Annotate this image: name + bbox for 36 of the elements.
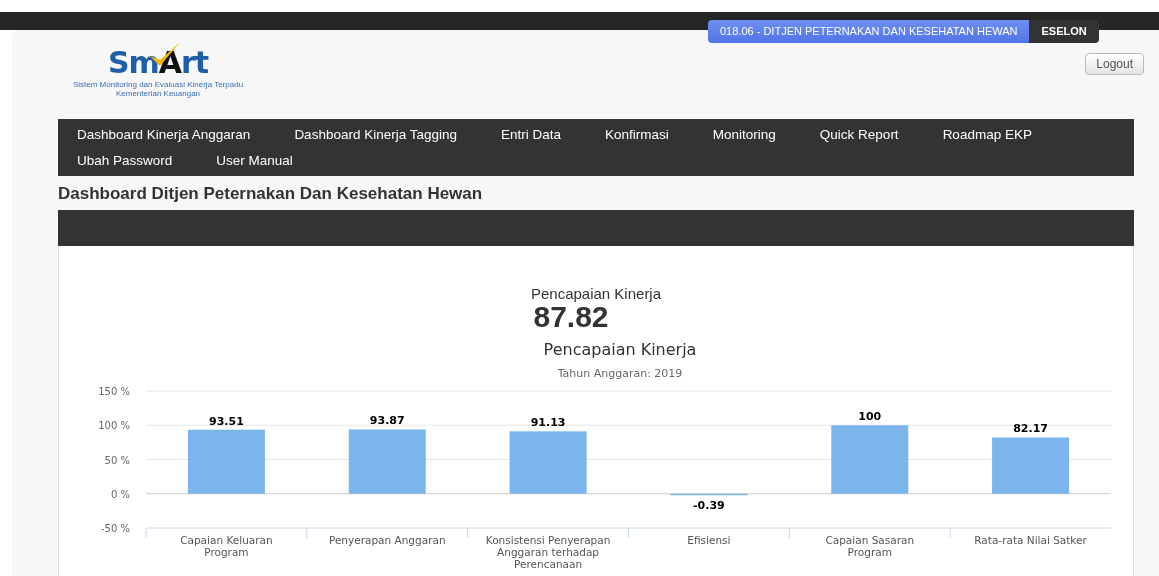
nav-link[interactable]: Monitoring <box>701 122 787 148</box>
summary-value: 87.82 <box>533 302 609 332</box>
nav-link[interactable]: Konfirmasi <box>594 122 680 148</box>
data-label: 82.17 <box>1013 422 1048 436</box>
nav-link[interactable]: Roadmap EKP <box>931 122 1043 148</box>
category-label: Rata-rata Nilai Satker <box>974 534 1087 546</box>
category-label: Konsistensi Penyerapan Anggaran terhadap Perencanaan <box>485 534 611 570</box>
chart-title: Pencapaian Kinerja <box>543 340 697 359</box>
data-label: 93.51 <box>209 414 244 428</box>
axis-tick-label: 150 % <box>98 386 130 397</box>
data-label: 100 <box>858 410 882 424</box>
category-label: Penyerapan Anggaran <box>328 534 446 546</box>
nav-link[interactable]: Dashboard Kinerja Anggaran <box>66 122 262 148</box>
logo-organization: Kementerian Keuangan <box>115 89 201 98</box>
data-label: 93.87 <box>369 414 405 428</box>
axis-tick-label: 0 % <box>110 488 130 500</box>
data-label: 91.13 <box>530 416 566 430</box>
summary-label: Pencapaian Kinerja <box>530 285 662 302</box>
category-label: Capaian Keluaran Program <box>180 534 273 558</box>
nav-link[interactable]: User Manual <box>205 148 304 174</box>
category-label: Efisiensi <box>687 534 731 546</box>
axis-tick-label: 100 % <box>98 420 130 432</box>
role-tab[interactable]: ESELON <box>1029 20 1099 43</box>
nav-link[interactable]: Quick Report <box>808 122 910 148</box>
logout-button[interactable]: Logout <box>1085 53 1144 75</box>
logo-tagline: Sistem Monitoring dan Evaluasi Kinerja Terpadu <box>72 80 244 89</box>
category-label: Capaian Sasaran Program <box>825 534 915 558</box>
axis-tick-label: -50 % <box>101 523 130 534</box>
unit-tab[interactable]: 018.06 - DITJEN PETERNAKAN DAN KESEHATAN HEWAN <box>708 20 1030 43</box>
chart-subtitle: Tahun Anggaran: 2019 <box>557 367 683 380</box>
nav-link[interactable]: Entri Data <box>490 122 573 148</box>
axis-tick-label: 50 % <box>104 454 130 466</box>
page-title: Dashboard Ditjen Peternakan Dan Kesehatan Hewan <box>58 183 484 205</box>
nav-link[interactable]: Dashboard Kinerja Tagging <box>283 122 468 148</box>
data-label: -0.39 <box>693 499 725 513</box>
nav-link[interactable]: Ubah Password <box>66 148 184 174</box>
